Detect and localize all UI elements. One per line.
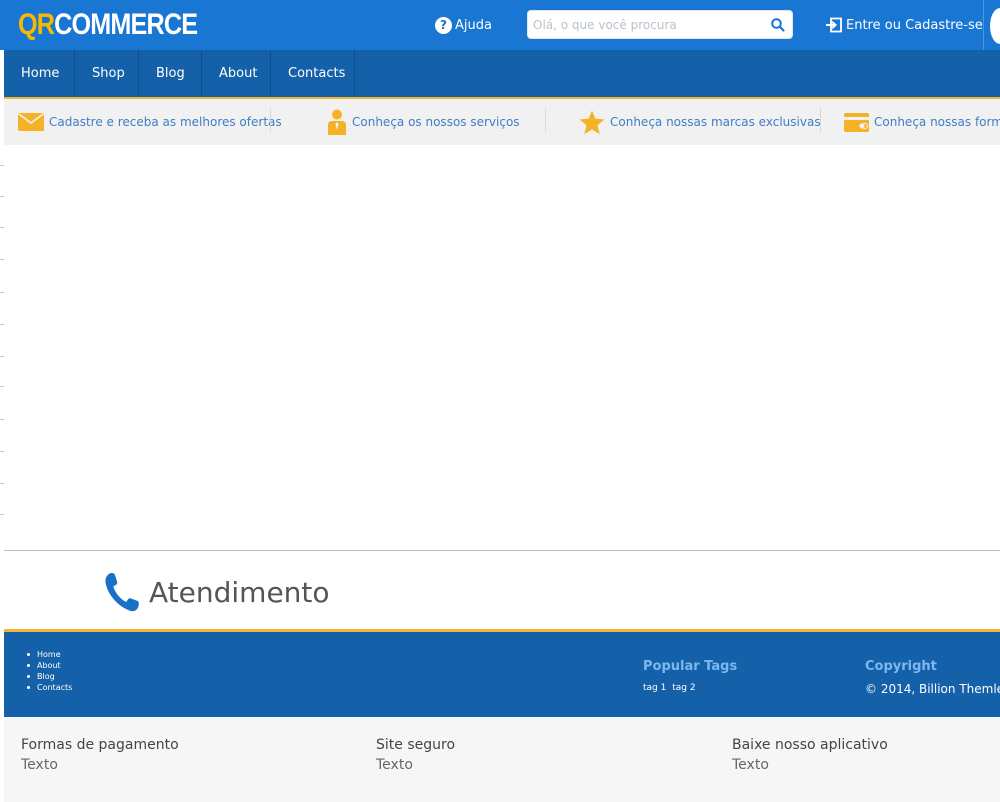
- page-edge-tick: [0, 227, 4, 228]
- search-icon[interactable]: [770, 17, 786, 33]
- logo-prefix: QR: [18, 8, 55, 41]
- tag-link[interactable]: tag 2: [672, 683, 695, 693]
- benefit-label: Cadastre e receba as melhores ofertas: [49, 115, 282, 129]
- benefit-brands[interactable]: Conheça nossas marcas exclusivas: [579, 99, 821, 145]
- footer-link-home[interactable]: Home: [27, 649, 72, 660]
- star-icon: [579, 110, 605, 134]
- page-edge-tick: [0, 419, 4, 420]
- help-link[interactable]: ? Ajuda: [435, 16, 492, 34]
- logo-suffix: COMMERCE: [54, 8, 198, 41]
- info-text: Texto: [376, 757, 413, 773]
- info-title: Site seguro: [376, 737, 456, 753]
- copyright-title: Copyright: [865, 659, 937, 674]
- tag-link[interactable]: tag 1: [643, 683, 666, 693]
- envelope-icon: [18, 113, 44, 131]
- benefit-separator: [545, 108, 546, 132]
- info-app: Baixe nosso aplicativo Texto: [732, 737, 888, 773]
- benefit-label: Conheça nossas formas de pagamento: [874, 115, 1000, 129]
- page-edge-tick: [0, 165, 4, 166]
- info-text: Texto: [732, 757, 769, 773]
- nav-item-home[interactable]: Home: [4, 50, 75, 97]
- footer-link-blog[interactable]: Blog: [27, 671, 72, 682]
- page-edge-tick: [0, 514, 4, 515]
- info-title: Baixe nosso aplicativo: [732, 737, 888, 753]
- nav-item-contacts[interactable]: Contacts: [271, 50, 355, 97]
- page-edge-tick: [0, 356, 4, 357]
- info-payment: Formas de pagamento Texto: [21, 737, 179, 773]
- footer-link-contacts[interactable]: Contacts: [27, 682, 72, 693]
- copyright-text: © 2014, Billion Themler: [865, 682, 1000, 696]
- search-box: [527, 10, 793, 39]
- bottom-info: Formas de pagamento Texto Site seguro Te…: [4, 717, 1000, 802]
- popular-tags-list: tag 1 tag 2: [643, 683, 699, 693]
- nav-item-about[interactable]: About: [202, 50, 271, 97]
- login-label: Entre ou Cadastre-se: [846, 17, 983, 33]
- page-edge-tick: [0, 451, 4, 452]
- help-icon: ?: [435, 16, 452, 34]
- page-edge-tick: [0, 259, 4, 260]
- benefit-separator: [270, 108, 271, 132]
- person-icon: [328, 109, 346, 135]
- info-title: Formas de pagamento: [21, 737, 179, 753]
- page-edge-tick: [0, 324, 4, 325]
- atendimento-section: Atendimento: [104, 570, 330, 614]
- content-divider: [4, 550, 1000, 551]
- top-header: QRCOMMERCE ? Ajuda Entre ou Cadastre-se: [0, 0, 1000, 50]
- benefit-label: Conheça nossas marcas exclusivas: [610, 115, 821, 129]
- search-input[interactable]: [528, 11, 764, 38]
- nav-item-blog[interactable]: Blog: [139, 50, 202, 97]
- atendimento-title: Atendimento: [149, 575, 330, 609]
- page-edge-tick: [0, 196, 4, 197]
- nav-list: Home Shop Blog About Contacts: [4, 50, 1000, 97]
- header-separator: [983, 0, 984, 50]
- phone-icon: [105, 572, 139, 612]
- benefit-newsletter[interactable]: Cadastre e receba as melhores ofertas: [18, 99, 282, 145]
- benefit-payment[interactable]: Conheça nossas formas de pagamento: [844, 99, 1000, 145]
- info-secure: Site seguro Texto: [376, 737, 455, 773]
- page-edge-tick: [0, 483, 4, 484]
- page-edge-tick: [0, 386, 4, 387]
- benefit-label: Conheça os nossos serviços: [352, 115, 520, 129]
- header-cart-edge[interactable]: [990, 8, 1000, 44]
- footer-link-about[interactable]: About: [27, 660, 72, 671]
- benefit-services[interactable]: Conheça os nossos serviços: [327, 99, 520, 145]
- page-edge-tick: [0, 292, 4, 293]
- benefits-bar: Cadastre e receba as melhores ofertas Co…: [4, 99, 1000, 145]
- footer: Home About Blog Contacts Popular Tags ta…: [4, 632, 1000, 717]
- card-icon: [844, 112, 869, 132]
- site-logo[interactable]: QRCOMMERCE: [18, 7, 198, 43]
- info-text: Texto: [21, 757, 58, 773]
- benefit-separator: [820, 108, 821, 132]
- login-icon: [826, 17, 842, 33]
- popular-tags-title: Popular Tags: [643, 659, 738, 674]
- nav-item-shop[interactable]: Shop: [75, 50, 139, 97]
- help-label: Ajuda: [455, 17, 492, 33]
- footer-links: Home About Blog Contacts: [27, 649, 72, 693]
- login-link[interactable]: Entre ou Cadastre-se: [825, 16, 983, 34]
- main-nav: Home Shop Blog About Contacts: [4, 50, 1000, 97]
